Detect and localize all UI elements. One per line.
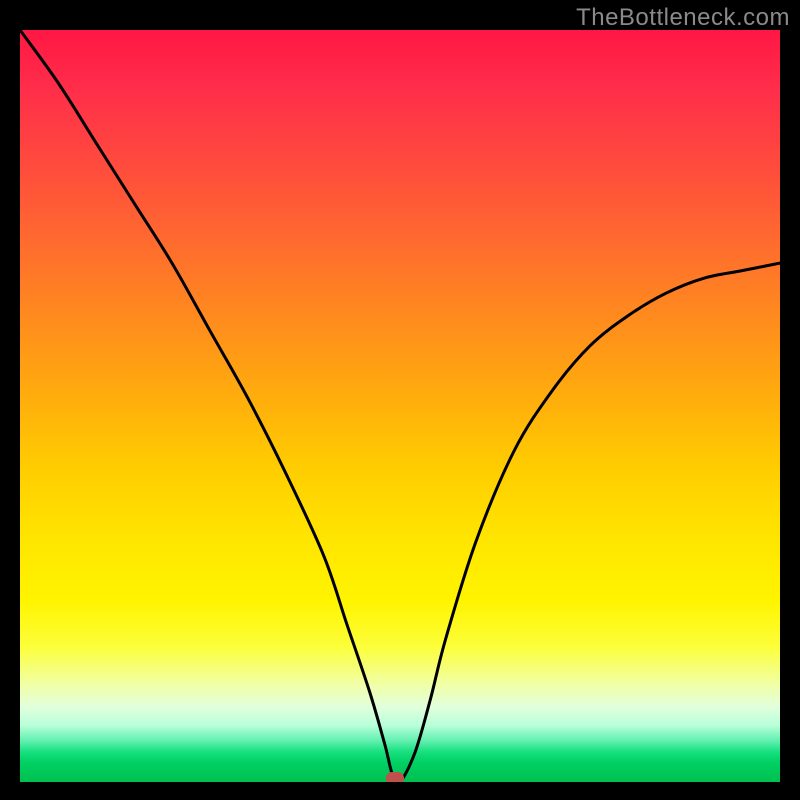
bottleneck-curve <box>20 30 780 782</box>
plot-area <box>20 30 780 782</box>
minimum-marker <box>386 772 404 782</box>
watermark-text: TheBottleneck.com <box>576 4 790 32</box>
chart-frame: TheBottleneck.com <box>0 0 800 800</box>
